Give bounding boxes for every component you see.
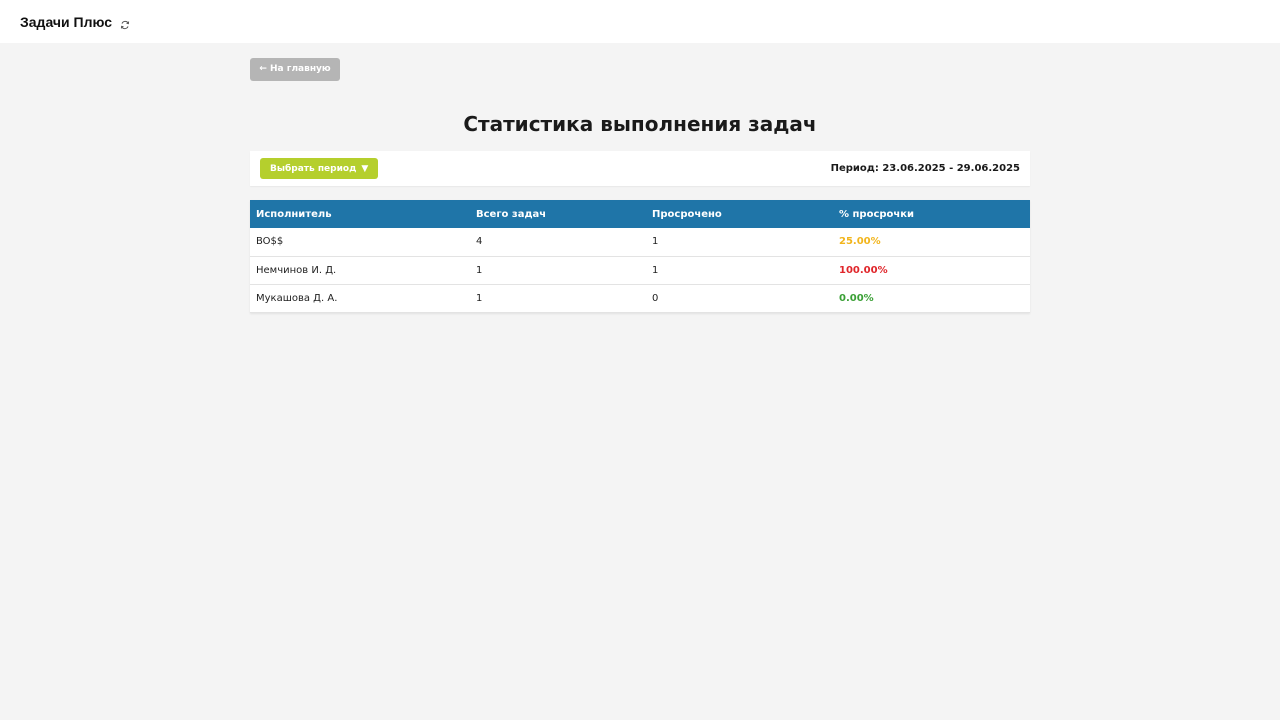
column-header-overdue-percent[interactable]: % просрочки [833,200,1030,228]
cell-total: 1 [470,256,646,285]
cell-overdue-percent: 100.00% [833,256,1030,285]
cell-assignee: BO$$ [250,228,470,257]
table-row: Мукашова Д. А. 1 0 0.00% [250,284,1030,313]
column-header-overdue[interactable]: Просрочено [646,200,833,228]
back-to-home-button[interactable]: ← На главную [250,58,340,81]
stats-table: Исполнитель Всего задач Просрочено % про… [250,200,1030,313]
period-range-label: Период: 23.06.2025 - 29.06.2025 [830,163,1020,174]
refresh-icon[interactable] [120,15,130,29]
cell-overdue-percent: 25.00% [833,228,1030,257]
top-bar: Задачи Плюс [0,0,1280,43]
column-header-assignee[interactable]: Исполнитель [250,200,470,228]
cell-overdue: 1 [646,256,833,285]
cell-total: 1 [470,284,646,313]
caret-down-icon: ▼ [361,163,369,174]
main-content: ← На главную Статистика выполнения задач… [250,56,1030,313]
cell-total: 4 [470,228,646,257]
select-period-label: Выбрать период [270,163,357,174]
cell-overdue: 1 [646,228,833,257]
table-header-row: Исполнитель Всего задач Просрочено % про… [250,200,1030,228]
cell-overdue-percent: 0.00% [833,284,1030,313]
cell-assignee: Мукашова Д. А. [250,284,470,313]
period-bar: Выбрать период ▼ Период: 23.06.2025 - 29… [250,151,1030,186]
app-title: Задачи Плюс [20,13,113,30]
cell-assignee: Немчинов И. Д. [250,256,470,285]
column-header-total[interactable]: Всего задач [470,200,646,228]
page-title: Статистика выполнения задач [463,112,817,136]
table-row: Немчинов И. Д. 1 1 100.00% [250,256,1030,285]
cell-overdue: 0 [646,284,833,313]
select-period-button[interactable]: Выбрать период ▼ [260,158,379,179]
table-row: BO$$ 4 1 25.00% [250,228,1030,257]
